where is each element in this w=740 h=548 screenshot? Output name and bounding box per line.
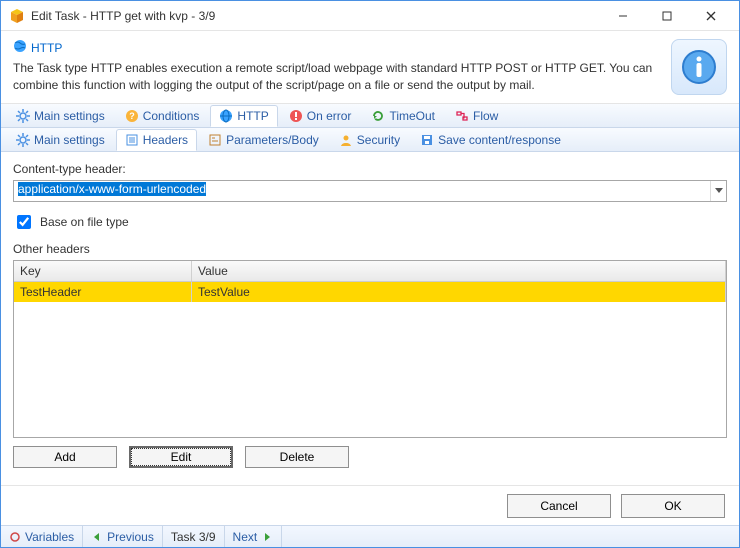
tab-label: HTTP bbox=[237, 109, 268, 123]
arrow-right-icon bbox=[261, 531, 273, 543]
footer: Cancel OK bbox=[1, 485, 739, 525]
status-task-number: Task 3/9 bbox=[163, 526, 225, 547]
arrow-left-icon bbox=[91, 531, 103, 543]
save-icon bbox=[420, 133, 434, 147]
variables-icon bbox=[9, 531, 21, 543]
info-heading-text: HTTP bbox=[31, 41, 62, 55]
tab-label: Main settings bbox=[34, 133, 105, 147]
gear-icon bbox=[16, 109, 30, 123]
cell-key: TestHeader bbox=[14, 282, 192, 302]
status-bar: Variables Previous Task 3/9 Next bbox=[1, 525, 739, 547]
tab-label: Parameters/Body bbox=[226, 133, 319, 147]
column-header-value[interactable]: Value bbox=[192, 261, 726, 281]
cancel-button[interactable]: Cancel bbox=[507, 494, 611, 518]
other-headers-label: Other headers bbox=[13, 242, 727, 256]
base-on-file-type-label: Base on file type bbox=[40, 215, 129, 229]
tab-label: Headers bbox=[143, 133, 188, 147]
status-spacer bbox=[282, 526, 739, 547]
tab-mainsettings[interactable]: Main settings bbox=[7, 105, 114, 127]
tab-label: Save content/response bbox=[438, 133, 561, 147]
column-header-key[interactable]: Key bbox=[14, 261, 192, 281]
tab-label: Security bbox=[357, 133, 400, 147]
tab-params[interactable]: Parameters/Body bbox=[199, 129, 328, 151]
status-variables[interactable]: Variables bbox=[1, 526, 83, 547]
content-type-input[interactable]: application/x-www-form-urlencoded bbox=[14, 181, 710, 201]
status-next[interactable]: Next bbox=[225, 526, 283, 547]
close-button[interactable] bbox=[689, 2, 733, 30]
tab-onerror[interactable]: On error bbox=[280, 105, 361, 127]
content-type-label: Content-type header: bbox=[13, 162, 727, 176]
info-icon bbox=[671, 39, 727, 95]
grid-body: TestHeaderTestValue bbox=[14, 282, 726, 437]
globe-icon bbox=[13, 39, 27, 56]
tab-label: Conditions bbox=[143, 109, 200, 123]
tab-label: TimeOut bbox=[389, 109, 435, 123]
globe-icon bbox=[219, 109, 233, 123]
cell-value: TestValue bbox=[192, 282, 726, 302]
dropdown-button[interactable] bbox=[710, 181, 726, 201]
headers-grid[interactable]: Key Value TestHeaderTestValue bbox=[13, 260, 727, 438]
gear-icon bbox=[16, 133, 30, 147]
list-icon bbox=[125, 133, 139, 147]
app-icon bbox=[9, 8, 25, 24]
tab-label: Main settings bbox=[34, 109, 105, 123]
content-type-combo[interactable]: application/x-www-form-urlencoded bbox=[13, 180, 727, 202]
base-on-file-type-input[interactable] bbox=[17, 215, 31, 229]
warning-icon bbox=[289, 109, 303, 123]
table-row[interactable]: TestHeaderTestValue bbox=[14, 282, 726, 302]
info-description: The Task type HTTP enables execution a r… bbox=[13, 60, 653, 94]
tab-conditions[interactable]: ? Conditions bbox=[116, 105, 209, 127]
ok-button[interactable]: OK bbox=[621, 494, 725, 518]
info-heading: HTTP bbox=[13, 39, 661, 56]
base-on-file-type-checkbox[interactable]: Base on file type bbox=[13, 212, 727, 232]
sub-tabs: Main settings Headers Parameters/Body Secur… bbox=[1, 128, 739, 152]
refresh-icon bbox=[371, 109, 385, 123]
tab-flow[interactable]: Flow bbox=[446, 105, 507, 127]
tab-save[interactable]: Save content/response bbox=[411, 129, 570, 151]
tab-timeout[interactable]: TimeOut bbox=[362, 105, 444, 127]
tab-headers[interactable]: Headers bbox=[116, 129, 197, 151]
user-icon bbox=[339, 133, 353, 147]
add-button[interactable]: Add bbox=[13, 446, 117, 468]
tab-label: On error bbox=[307, 109, 352, 123]
tab-mainsettings2[interactable]: Main settings bbox=[7, 129, 114, 151]
edit-button[interactable]: Edit bbox=[129, 446, 233, 468]
tab-label: Flow bbox=[473, 109, 498, 123]
titlebar: Edit Task - HTTP get with kvp - 3/9 bbox=[1, 1, 739, 31]
tab-security[interactable]: Security bbox=[330, 129, 409, 151]
status-previous[interactable]: Previous bbox=[83, 526, 163, 547]
form-icon bbox=[208, 133, 222, 147]
minimize-button[interactable] bbox=[601, 2, 645, 30]
grid-header: Key Value bbox=[14, 261, 726, 282]
delete-button[interactable]: Delete bbox=[245, 446, 349, 468]
content-area: Content-type header: application/x-www-f… bbox=[1, 152, 739, 485]
help-icon: ? bbox=[125, 109, 139, 123]
svg-text:?: ? bbox=[129, 111, 135, 121]
info-panel: HTTP The Task type HTTP enables executio… bbox=[1, 31, 739, 104]
main-tabs: Main settings? Conditions HTTP On error Time… bbox=[1, 104, 739, 128]
flow-icon bbox=[455, 109, 469, 123]
window-title: Edit Task - HTTP get with kvp - 3/9 bbox=[31, 9, 601, 23]
tab-http[interactable]: HTTP bbox=[210, 105, 277, 127]
maximize-button[interactable] bbox=[645, 2, 689, 30]
